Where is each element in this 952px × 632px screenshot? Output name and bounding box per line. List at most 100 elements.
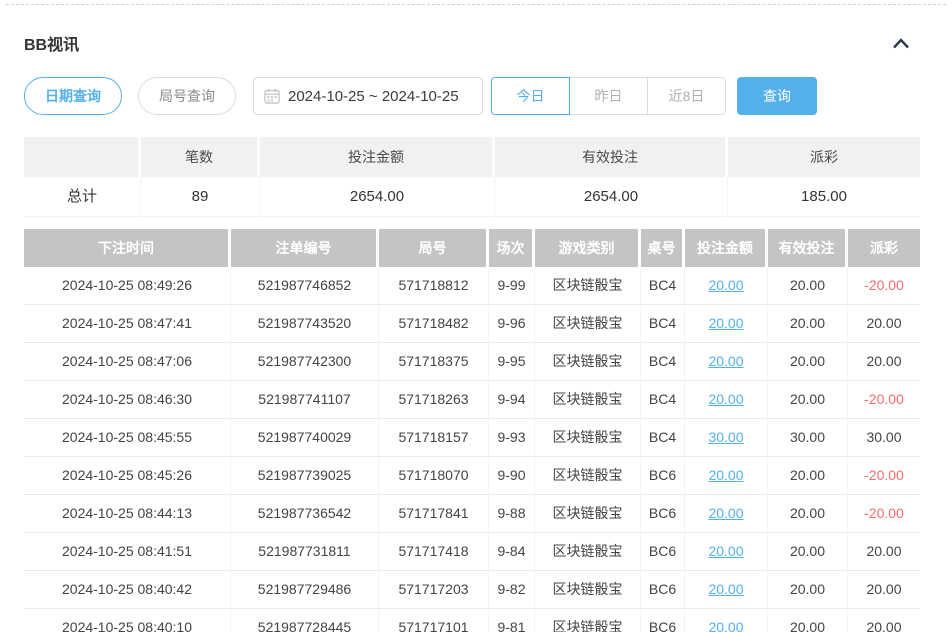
bet-amount-link[interactable]: 20.00: [708, 391, 743, 407]
table-row: 2024-10-25 08:45:26521987739025571718070…: [24, 457, 920, 495]
cell-session: 9-84: [489, 533, 535, 571]
cell-round-id: 571717101: [379, 609, 489, 632]
panel-title: BB视讯: [24, 31, 79, 55]
cell-round-id: 571717841: [379, 495, 489, 533]
cell-session: 9-81: [489, 609, 535, 632]
cell-payout: 20.00: [848, 305, 920, 343]
cell-bet-time: 2024-10-25 08:45:26: [24, 457, 231, 495]
cell-valid: 20.00: [768, 495, 848, 533]
summary-header-bet-amount: 投注金额: [260, 137, 495, 177]
search-button[interactable]: 查询: [737, 77, 817, 115]
table-row: 2024-10-25 08:45:55521987740029571718157…: [24, 419, 920, 457]
detail-column-header: 游戏类别: [535, 229, 641, 267]
cell-game: 区块链骰宝: [535, 609, 641, 632]
cell-round-id: 571717203: [379, 571, 489, 609]
summary-bet-amount-value: 2654.00: [260, 177, 495, 217]
cell-order-id: 521987728445: [231, 609, 379, 632]
cell-bet-amount: 20.00: [685, 381, 768, 419]
cell-bet-time: 2024-10-25 08:47:06: [24, 343, 231, 381]
quick-range-group: 今日昨日近8日: [491, 77, 726, 115]
table-row: 2024-10-25 08:46:30521987741107571718263…: [24, 381, 920, 419]
cell-order-id: 521987739025: [231, 457, 379, 495]
cell-bet-amount: 20.00: [685, 533, 768, 571]
summary-header-count: 笔数: [141, 137, 260, 177]
cell-table: BC4: [641, 343, 685, 381]
summary-payout-value: 185.00: [728, 177, 920, 217]
bet-amount-link[interactable]: 20.00: [708, 581, 743, 597]
bet-amount-link[interactable]: 20.00: [708, 619, 743, 632]
cell-payout: -20.00: [848, 381, 920, 419]
cell-round-id: 571718812: [379, 267, 489, 305]
cell-round-id: 571718157: [379, 419, 489, 457]
bet-amount-link[interactable]: 20.00: [708, 353, 743, 369]
cell-order-id: 521987743520: [231, 305, 379, 343]
date-range-input[interactable]: 2024-10-25 ~ 2024-10-25: [253, 77, 483, 115]
cell-payout: 20.00: [848, 609, 920, 632]
cell-payout: -20.00: [848, 267, 920, 305]
cell-bet-time: 2024-10-25 08:40:10: [24, 609, 231, 632]
cell-order-id: 521987741107: [231, 381, 379, 419]
summary-header-blank: [24, 137, 141, 177]
cell-valid: 20.00: [768, 609, 848, 632]
cell-round-id: 571718482: [379, 305, 489, 343]
detail-column-header: 派彩: [848, 229, 920, 267]
quick-range-1[interactable]: 昨日: [569, 77, 648, 115]
cell-order-id: 521987740029: [231, 419, 379, 457]
quick-range-0[interactable]: 今日: [491, 77, 570, 115]
cell-game: 区块链骰宝: [535, 457, 641, 495]
chevron-up-icon: [892, 38, 910, 49]
bet-amount-link[interactable]: 20.00: [708, 315, 743, 331]
cell-game: 区块链骰宝: [535, 305, 641, 343]
collapse-button[interactable]: [888, 33, 914, 53]
table-row: 2024-10-25 08:49:26521987746852571718812…: [24, 267, 920, 305]
cell-table: BC6: [641, 609, 685, 632]
table-row: 2024-10-25 08:41:51521987731811571717418…: [24, 533, 920, 571]
summary-count-value: 89: [141, 177, 260, 217]
cell-bet-time: 2024-10-25 08:40:42: [24, 571, 231, 609]
bet-amount-link[interactable]: 20.00: [708, 467, 743, 483]
cell-valid: 20.00: [768, 305, 848, 343]
cell-table: BC4: [641, 267, 685, 305]
bet-amount-link[interactable]: 20.00: [708, 543, 743, 559]
cell-table: BC6: [641, 533, 685, 571]
bet-amount-link[interactable]: 30.00: [708, 429, 743, 445]
bet-amount-link[interactable]: 20.00: [708, 505, 743, 521]
cell-table: BC4: [641, 419, 685, 457]
summary-table: 笔数 投注金额 有效投注 派彩 总计 89 2654.00 2654.00 18…: [24, 137, 920, 217]
detail-column-header: 桌号: [641, 229, 685, 267]
tab-date-query[interactable]: 日期查询: [24, 77, 122, 115]
cell-valid: 20.00: [768, 457, 848, 495]
cell-bet-time: 2024-10-25 08:41:51: [24, 533, 231, 571]
cell-table: BC4: [641, 305, 685, 343]
cell-payout: 20.00: [848, 571, 920, 609]
quick-range-2[interactable]: 近8日: [647, 77, 726, 115]
tab-round-query[interactable]: 局号查询: [138, 77, 236, 115]
cell-game: 区块链骰宝: [535, 419, 641, 457]
cell-order-id: 521987736542: [231, 495, 379, 533]
detail-column-header: 投注金额: [685, 229, 768, 267]
cell-valid: 30.00: [768, 419, 848, 457]
cell-session: 9-99: [489, 267, 535, 305]
summary-total-row: 总计 89 2654.00 2654.00 185.00: [24, 177, 920, 217]
cell-order-id: 521987746852: [231, 267, 379, 305]
detail-column-header: 有效投注: [768, 229, 848, 267]
detail-column-header: 场次: [489, 229, 535, 267]
cell-table: BC6: [641, 457, 685, 495]
cell-bet-amount: 20.00: [685, 495, 768, 533]
cell-session: 9-94: [489, 381, 535, 419]
cell-session: 9-88: [489, 495, 535, 533]
cell-table: BC4: [641, 381, 685, 419]
cell-bet-time: 2024-10-25 08:47:41: [24, 305, 231, 343]
cell-game: 区块链骰宝: [535, 381, 641, 419]
summary-total-label: 总计: [24, 177, 141, 217]
bet-amount-link[interactable]: 20.00: [708, 277, 743, 293]
cell-valid: 20.00: [768, 571, 848, 609]
cell-bet-amount: 20.00: [685, 571, 768, 609]
cell-session: 9-96: [489, 305, 535, 343]
cell-game: 区块链骰宝: [535, 533, 641, 571]
table-row: 2024-10-25 08:47:06521987742300571718375…: [24, 343, 920, 381]
cell-payout: -20.00: [848, 495, 920, 533]
table-row: 2024-10-25 08:40:42521987729486571717203…: [24, 571, 920, 609]
cell-session: 9-93: [489, 419, 535, 457]
cell-bet-amount: 20.00: [685, 305, 768, 343]
